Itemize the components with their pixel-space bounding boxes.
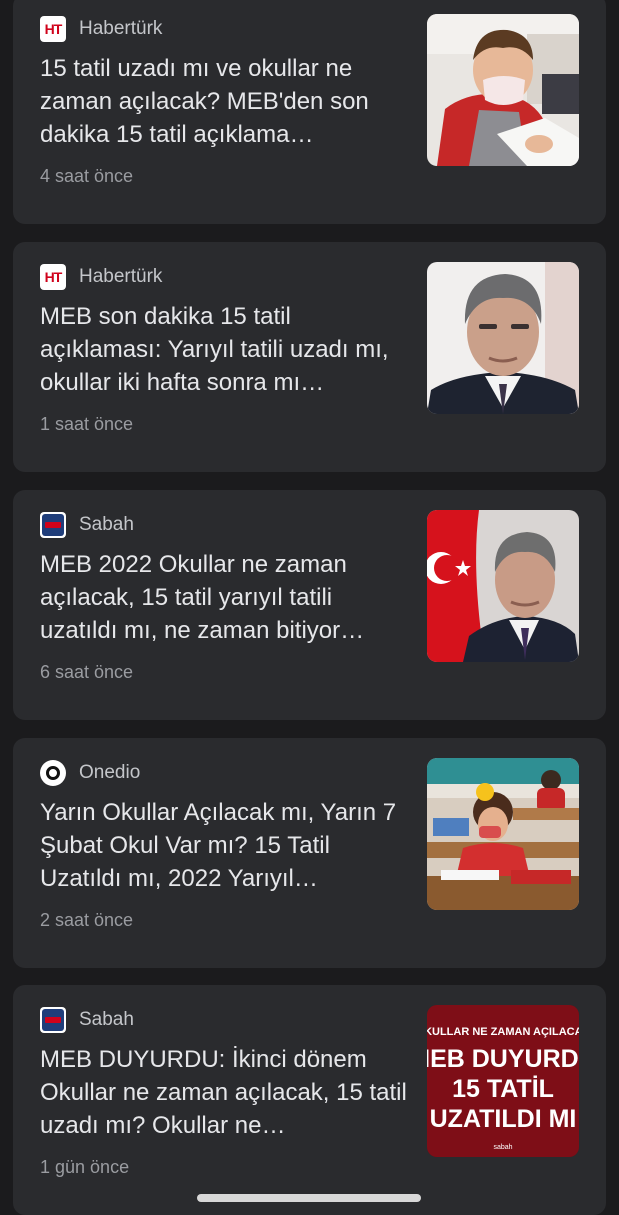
news-headline[interactable]: Yarın Okullar Açılacak mı, Yarın 7 Şubat… [40, 796, 408, 895]
classroom-child-with-mask-image[interactable] [427, 14, 579, 166]
source-name: Habertürk [79, 266, 163, 287]
source-name: Habertürk [79, 18, 163, 39]
thumbnail-credit: sabah [493, 1144, 512, 1151]
sabah-logo-icon [40, 1007, 66, 1033]
timestamp: 6 saat önce [40, 662, 134, 682]
sabah-logo-icon [40, 512, 66, 538]
timestamp: 1 saat önce [40, 414, 134, 434]
news-card[interactable]: HT Habertürk 15 tatil uzadı mı ve okulla… [13, 0, 606, 224]
news-card[interactable]: HT Habertürk MEB son dakika 15 tatil açı… [13, 242, 606, 472]
source-row: Sabah [40, 512, 134, 538]
source-name: Sabah [79, 1009, 134, 1030]
source-name: Onedio [79, 762, 141, 783]
minister-portrait-image[interactable] [427, 262, 579, 414]
timestamp: 2 saat önce [40, 910, 134, 930]
habertürk-logo-icon: HT [40, 16, 66, 42]
source-row: HT Habertürk [40, 264, 162, 290]
news-card[interactable]: Sabah MEB 2022 Okullar ne zaman açılacak… [13, 490, 606, 720]
home-indicator[interactable] [197, 1194, 421, 1202]
news-card[interactable]: Onedio Yarın Okullar Açılacak mı, Yarın … [13, 738, 606, 968]
news-card[interactable]: Sabah MEB DUYURDU: İkinci dönem Okullar … [13, 985, 606, 1215]
thumbnail-caption-question: UZATILDI MI [430, 1105, 577, 1133]
timestamp: 1 gün önce [40, 1157, 130, 1177]
source-name: Sabah [79, 514, 134, 535]
thumbnail-caption-top: OKULLAR NE ZAMAN AÇILACAK [427, 1026, 579, 1038]
thumbnail-caption-subtitle: 15 TATİL [452, 1075, 554, 1103]
news-headline[interactable]: 15 tatil uzadı mı ve okullar ne zaman aç… [40, 52, 408, 151]
source-row: Sabah [40, 1007, 134, 1033]
minister-with-turkish-flag-image[interactable] [427, 510, 579, 662]
news-headline[interactable]: MEB DUYURDU: İkinci dönem Okullar ne zam… [40, 1043, 408, 1142]
timestamp: 4 saat önce [40, 166, 134, 186]
students-in-classroom-image[interactable] [427, 758, 579, 910]
source-row: Onedio [40, 760, 140, 786]
source-row: HT Habertürk [40, 16, 162, 42]
habertürk-logo-icon: HT [40, 264, 66, 290]
announcement-graphic-image[interactable]: OKULLAR NE ZAMAN AÇILACAK MEB DUYURDU 15… [427, 1005, 579, 1157]
onedio-logo-icon [40, 760, 66, 786]
thumbnail-caption-title: MEB DUYURDU [427, 1045, 579, 1073]
news-headline[interactable]: MEB 2022 Okullar ne zaman açılacak, 15 t… [40, 548, 408, 647]
news-headline[interactable]: MEB son dakika 15 tatil açıklaması: Yarı… [40, 300, 408, 399]
